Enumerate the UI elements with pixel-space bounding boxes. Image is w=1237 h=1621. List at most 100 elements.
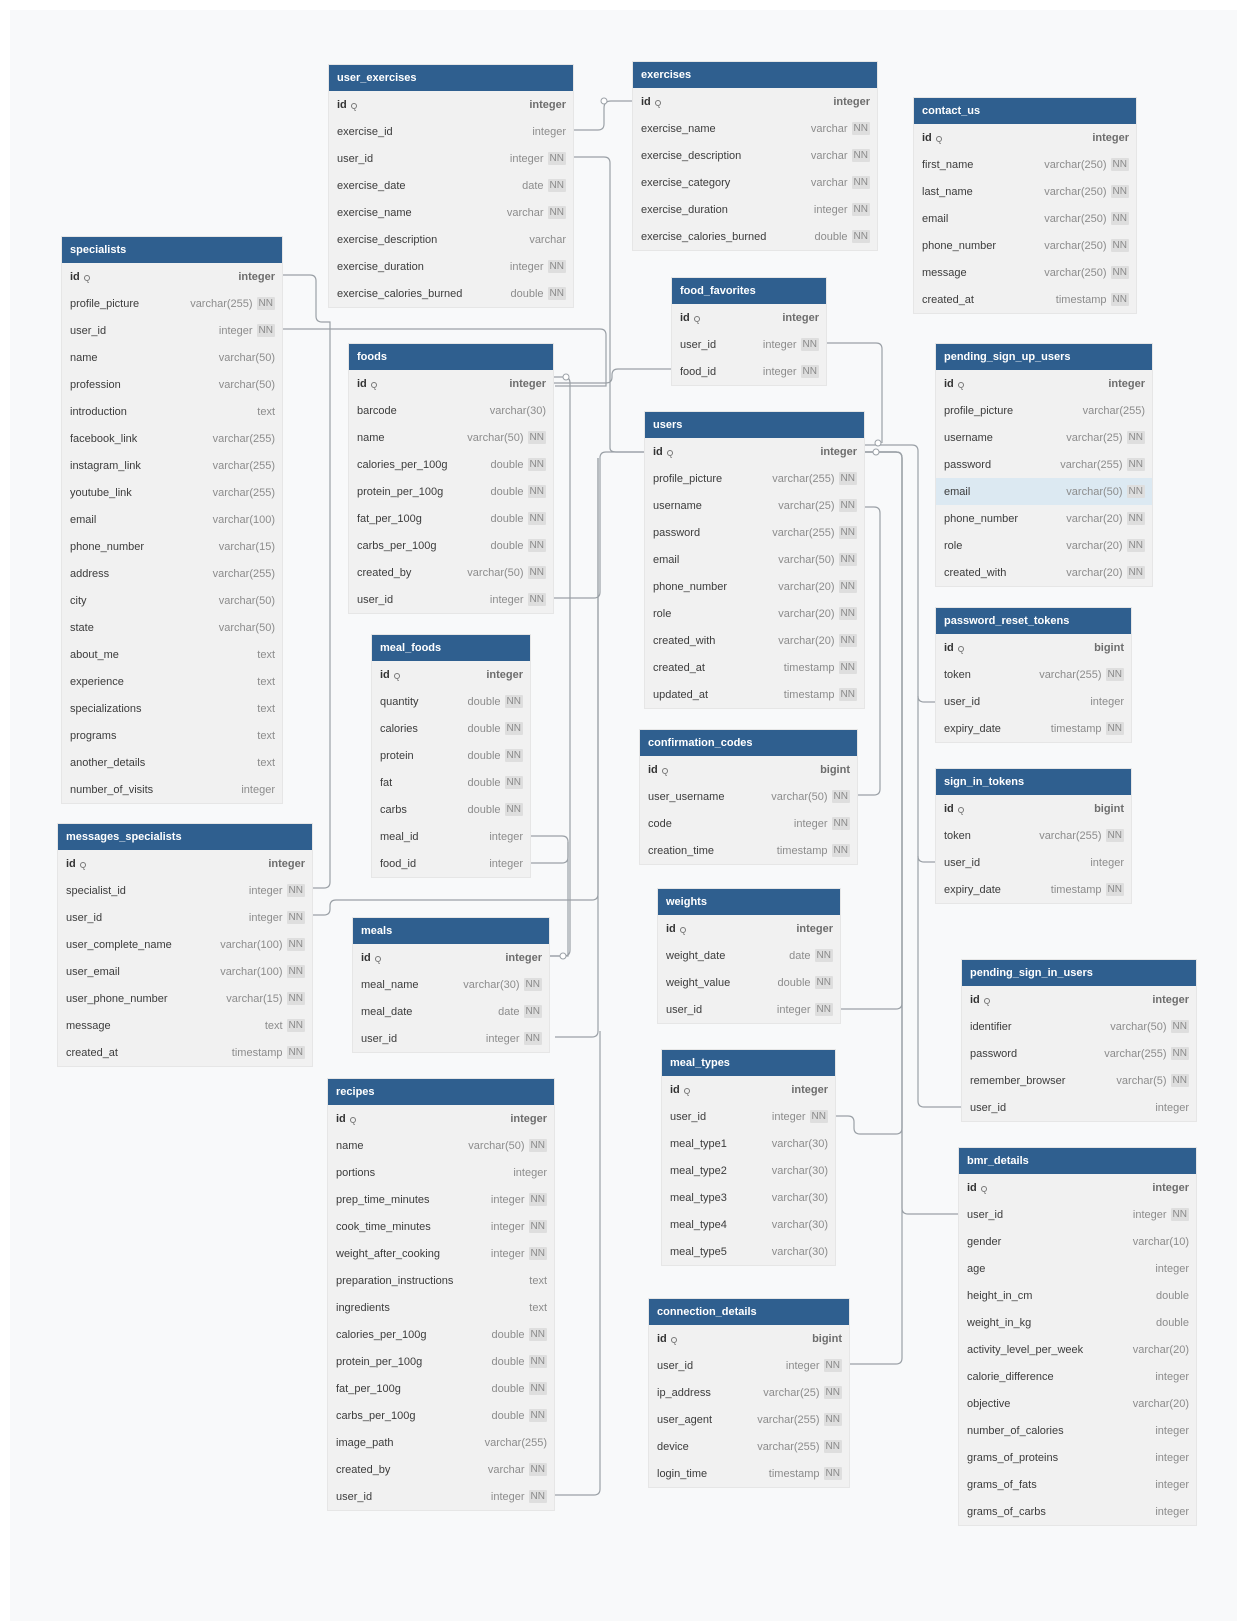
field-row[interactable]: weight_in_kg double (959, 1309, 1196, 1336)
field-row[interactable]: number_of_calories integer (959, 1417, 1196, 1444)
table-foods[interactable]: foods id integer barcode varchar(30) name varc… (348, 343, 554, 614)
table-header[interactable]: connection_details (649, 1299, 849, 1325)
table-header[interactable]: food_favorites (672, 278, 826, 304)
field-row[interactable]: id bigint (649, 1325, 849, 1352)
field-row[interactable]: user_email varchar(100) NN (58, 958, 312, 985)
field-row[interactable]: created_by varchar NN (328, 1456, 554, 1483)
field-row[interactable]: exercise_name varchar NN (329, 199, 573, 226)
field-row[interactable]: meal_name varchar(30) NN (353, 971, 549, 998)
table-header[interactable]: users (645, 412, 864, 438)
field-row[interactable]: username varchar(25) NN (645, 492, 864, 519)
field-row[interactable]: id integer (645, 438, 864, 465)
table-header[interactable]: meal_types (662, 1050, 835, 1076)
field-row[interactable]: created_at timestamp NN (58, 1039, 312, 1066)
field-row[interactable]: created_with varchar(20) NN (936, 559, 1152, 586)
field-row[interactable]: id integer (633, 88, 877, 115)
field-row[interactable]: city varchar(50) (62, 587, 282, 614)
table-header[interactable]: meals (353, 918, 549, 944)
field-row[interactable]: calorie_difference integer (959, 1363, 1196, 1390)
field-row[interactable]: id integer (959, 1174, 1196, 1201)
field-row[interactable]: user_username varchar(50) NN (640, 783, 857, 810)
field-row[interactable]: fat double NN (372, 769, 530, 796)
field-row[interactable]: fat_per_100g double NN (349, 505, 553, 532)
field-row[interactable]: exercise_calories_burned double NN (633, 223, 877, 250)
field-row[interactable]: password varchar(255) NN (936, 451, 1152, 478)
field-row[interactable]: fat_per_100g double NN (328, 1375, 554, 1402)
field-row[interactable]: exercise_date date NN (329, 172, 573, 199)
field-row[interactable]: id integer (672, 304, 826, 331)
field-row[interactable]: id integer (962, 986, 1196, 1013)
field-row[interactable]: user_id integer NN (62, 317, 282, 344)
table-connection-details[interactable]: connection_details id bigint user_id integer… (648, 1298, 850, 1488)
field-row[interactable]: grams_of_proteins integer (959, 1444, 1196, 1471)
field-row[interactable]: age integer (959, 1255, 1196, 1282)
field-row[interactable]: exercise_duration integer NN (329, 253, 573, 280)
field-row[interactable]: email varchar(50) NN (645, 546, 864, 573)
table-users[interactable]: users id integer profile_picture varchar(255… (644, 411, 865, 709)
field-row[interactable]: user_id integer (962, 1094, 1196, 1121)
field-row[interactable]: quantity double NN (372, 688, 530, 715)
field-row[interactable]: carbs double NN (372, 796, 530, 823)
field-row[interactable]: phone_number varchar(250) NN (914, 232, 1136, 259)
field-row[interactable]: token varchar(255) NN (936, 822, 1131, 849)
field-row[interactable]: image_path varchar(255) (328, 1429, 554, 1456)
table-specialists[interactable]: specialists id integer profile_picture varch… (61, 236, 283, 804)
field-row[interactable]: code integer NN (640, 810, 857, 837)
table-recipes[interactable]: recipes id integer name varchar(50) NN portion… (327, 1078, 555, 1511)
field-row[interactable]: user_id integer NN (649, 1352, 849, 1379)
table-header[interactable]: exercises (633, 62, 877, 88)
field-row[interactable]: preparation_instructions text (328, 1267, 554, 1294)
field-row[interactable]: user_id integer NN (959, 1201, 1196, 1228)
field-row[interactable]: email varchar(250) NN (914, 205, 1136, 232)
field-row[interactable]: calories double NN (372, 715, 530, 742)
field-row[interactable]: identifier varchar(50) NN (962, 1013, 1196, 1040)
field-row[interactable]: experience text (62, 668, 282, 695)
field-row[interactable]: meal_type4 varchar(30) (662, 1211, 835, 1238)
field-row[interactable]: username varchar(25) NN (936, 424, 1152, 451)
field-row[interactable]: name varchar(50) NN (349, 424, 553, 451)
field-row[interactable]: first_name varchar(250) NN (914, 151, 1136, 178)
field-row[interactable]: updated_at timestamp NN (645, 681, 864, 708)
field-row[interactable]: id integer (329, 91, 573, 118)
field-row[interactable]: specialist_id integer NN (58, 877, 312, 904)
table-header[interactable]: confirmation_codes (640, 730, 857, 756)
field-row[interactable]: youtube_link varchar(255) (62, 479, 282, 506)
field-row[interactable]: weight_date date NN (658, 942, 840, 969)
field-row[interactable]: programs text (62, 722, 282, 749)
field-row[interactable]: phone_number varchar(20) NN (645, 573, 864, 600)
field-row[interactable]: objective varchar(20) (959, 1390, 1196, 1417)
table-password-reset-tokens[interactable]: password_reset_tokens id bigint token varcha… (935, 607, 1132, 743)
field-row[interactable]: user_id integer NN (58, 904, 312, 931)
field-row[interactable]: id integer (936, 370, 1152, 397)
field-row[interactable]: user_id integer NN (328, 1483, 554, 1510)
field-row[interactable]: meal_type5 varchar(30) (662, 1238, 835, 1265)
field-row[interactable]: name varchar(50) NN (328, 1132, 554, 1159)
field-row[interactable]: message text NN (58, 1012, 312, 1039)
table-header[interactable]: contact_us (914, 98, 1136, 124)
field-row[interactable]: profile_picture varchar(255) NN (62, 290, 282, 317)
table-header[interactable]: meal_foods (372, 635, 530, 661)
table-pending-sign-up-users[interactable]: pending_sign_up_users id integer profile_pi… (935, 343, 1153, 587)
field-row[interactable]: about_me text (62, 641, 282, 668)
table-header[interactable]: weights (658, 889, 840, 915)
field-row[interactable]: food_id integer (372, 850, 530, 877)
table-header[interactable]: messages_specialists (58, 824, 312, 850)
field-row[interactable]: user_complete_name varchar(100) NN (58, 931, 312, 958)
field-row[interactable]: activity_level_per_week varchar(20) (959, 1336, 1196, 1363)
field-row[interactable]: exercise_description varchar NN (633, 142, 877, 169)
field-row[interactable]: profile_picture varchar(255) (936, 397, 1152, 424)
field-row[interactable]: user_id integer (936, 849, 1131, 876)
field-row[interactable]: id integer (349, 370, 553, 397)
field-row[interactable]: token varchar(255) NN (936, 661, 1131, 688)
field-row[interactable]: id bigint (936, 634, 1131, 661)
field-row[interactable]: profession varchar(50) (62, 371, 282, 398)
field-row[interactable]: height_in_cm double (959, 1282, 1196, 1309)
field-row[interactable]: created_at timestamp NN (914, 286, 1136, 313)
field-row[interactable]: created_at timestamp NN (645, 654, 864, 681)
table-header[interactable]: recipes (328, 1079, 554, 1105)
table-meals[interactable]: meals id integer meal_name varchar(30) NN meal… (352, 917, 550, 1053)
table-sign-in-tokens[interactable]: sign_in_tokens id bigint token varchar(255) N… (935, 768, 1132, 904)
field-row[interactable]: id integer (658, 915, 840, 942)
field-row[interactable]: device varchar(255) NN (649, 1433, 849, 1460)
table-header[interactable]: bmr_details (959, 1148, 1196, 1174)
